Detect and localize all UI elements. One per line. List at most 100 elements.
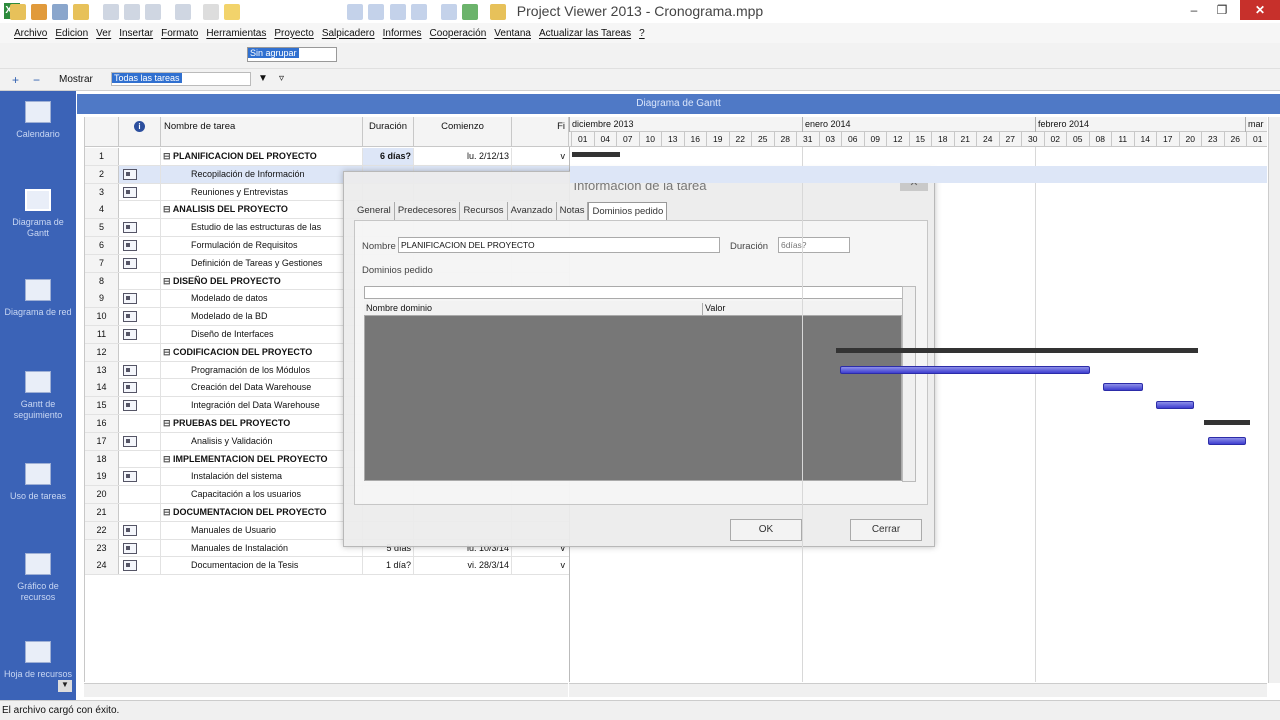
domain-edit-field[interactable]	[364, 286, 914, 299]
notes-indicator-icon[interactable]	[123, 240, 137, 251]
collapse-toggle-icon[interactable]: ⊟	[163, 151, 173, 161]
expand-plus-icon[interactable]: +	[12, 73, 19, 87]
task-name[interactable]: Capacitación a los usuarios	[161, 486, 363, 504]
notes-indicator-icon[interactable]	[123, 400, 137, 412]
task-name[interactable]: Programación de los Módulos	[161, 361, 363, 379]
calendar-small-icon[interactable]	[203, 4, 219, 20]
view-item-4[interactable]: Uso de tareas	[0, 463, 76, 502]
task-name[interactable]: ⊟ PLANIFICACION DEL PROYECTO	[161, 148, 363, 165]
menu-5[interactable]: Herramientas	[206, 28, 266, 39]
domain-table[interactable]	[364, 301, 902, 481]
task-name[interactable]: Recopilación de Información	[161, 165, 363, 183]
zoom-out-icon[interactable]	[368, 4, 384, 20]
notes-indicator-icon[interactable]	[123, 435, 137, 447]
task-name[interactable]: Creación del Data Warehouse	[161, 379, 363, 397]
menu-9[interactable]: Cooperación	[430, 28, 487, 39]
notes-indicator-icon[interactable]	[123, 311, 137, 323]
notes-indicator-icon[interactable]	[123, 186, 137, 198]
page-setup-icon[interactable]	[145, 4, 161, 20]
task-name[interactable]: Modelado de la BD	[161, 308, 363, 326]
collapse-toggle-icon[interactable]: ⊟	[163, 204, 173, 214]
copy-icon[interactable]	[175, 4, 191, 20]
header-start[interactable]: Comienzo	[414, 117, 512, 147]
find-icon[interactable]	[390, 4, 406, 20]
task-name[interactable]: Definición de Tareas y Gestiones	[161, 254, 363, 272]
menu-2[interactable]: Ver	[96, 28, 111, 39]
collapse-toggle-icon[interactable]: ⊟	[163, 347, 173, 357]
open-web-icon[interactable]	[31, 4, 47, 20]
task-name-field[interactable]: PLANIFICACION DEL PROYECTO	[398, 237, 720, 253]
vertical-scrollbar[interactable]	[1268, 117, 1280, 683]
task-name[interactable]: Analisis y Validación	[161, 432, 363, 450]
autofilter-icon[interactable]: ▼	[258, 73, 268, 84]
folder-icon[interactable]	[73, 4, 89, 20]
task-name[interactable]: Diseño de Interfaces	[161, 326, 363, 343]
sort-icon[interactable]	[441, 4, 457, 20]
grid-horizontal-scrollbar[interactable]	[84, 683, 568, 697]
view-item-6[interactable]: Hoja de recursos	[0, 641, 76, 680]
task-name[interactable]: Integración del Data Warehouse	[161, 397, 363, 415]
notes-indicator-icon[interactable]	[123, 329, 137, 340]
duration-field[interactable]: 6días?	[778, 237, 850, 253]
close-window-button[interactable]: ✕	[1240, 0, 1280, 20]
ok-button[interactable]: OK	[730, 519, 802, 541]
outline-icon[interactable]	[462, 4, 478, 20]
menu-10[interactable]: Ventana	[494, 28, 531, 39]
header-finish[interactable]: Fi	[512, 117, 569, 147]
menu-1[interactable]: Edicion	[55, 28, 88, 39]
dialog-tab-4[interactable]: Notas	[557, 202, 589, 220]
task-name[interactable]: Formulación de Requisitos	[161, 237, 363, 254]
domain-scrollbar[interactable]	[902, 286, 916, 482]
dialog-tab-2[interactable]: Recursos	[460, 202, 508, 220]
menu-6[interactable]: Proyecto	[274, 28, 313, 39]
zoom-in-icon[interactable]	[347, 4, 363, 20]
view-item-5[interactable]: Gráfico de recursos	[0, 553, 76, 603]
group-by-select[interactable]: Sin agrupar	[247, 47, 337, 62]
summary-bar-pruebas[interactable]	[1204, 420, 1250, 425]
notes-indicator-icon[interactable]	[123, 293, 137, 305]
show-label[interactable]: Mostrar	[59, 74, 93, 85]
dialog-tab-3[interactable]: Avanzado	[508, 202, 557, 220]
notes-indicator-icon[interactable]	[123, 168, 137, 180]
task-name[interactable]: Estudio de las estructuras de las	[161, 219, 363, 237]
collapse-minus-icon[interactable]: −	[33, 73, 40, 87]
open-folder-icon[interactable]	[10, 4, 26, 20]
menu-7[interactable]: Salpicadero	[322, 28, 375, 39]
print-preview-icon[interactable]	[124, 4, 140, 20]
notes-indicator-icon[interactable]	[123, 364, 137, 376]
menu-0[interactable]: Archivo	[14, 28, 47, 39]
task-name[interactable]: ⊟ DISEÑO DEL PROYECTO	[161, 272, 363, 290]
dialog-tab-1[interactable]: Predecesores	[395, 202, 461, 220]
task-name[interactable]: ⊟ PRUEBAS DEL PROYECTO	[161, 415, 363, 432]
task-name[interactable]: Modelado de datos	[161, 290, 363, 308]
task-name[interactable]: ⊟ DOCUMENTACION DEL PROYECTO	[161, 504, 363, 521]
task-name[interactable]: Reuniones y Entrevistas	[161, 183, 363, 201]
notes-indicator-icon[interactable]	[123, 524, 137, 536]
cancel-button[interactable]: Cerrar	[850, 519, 922, 541]
header-duration[interactable]: Duración	[363, 117, 414, 147]
collapse-toggle-icon[interactable]: ⊟	[163, 507, 173, 517]
view-item-3[interactable]: Gantt de seguimiento	[0, 371, 76, 421]
task-name[interactable]: ⊟ CODIFICACION DEL PROYECTO	[161, 343, 363, 361]
summary-bar-planificacion[interactable]	[572, 152, 620, 157]
note-icon[interactable]	[224, 4, 240, 20]
go-to-task-icon[interactable]	[411, 4, 427, 20]
save-icon[interactable]	[52, 4, 68, 20]
viewbar-scroll-down[interactable]: ▼	[58, 680, 72, 692]
collapse-toggle-icon[interactable]: ⊟	[163, 276, 173, 286]
collapse-toggle-icon[interactable]: ⊟	[163, 454, 173, 464]
menu-3[interactable]: Insertar	[119, 28, 153, 39]
task-name[interactable]: Instalación del sistema	[161, 468, 363, 486]
task-info-icon[interactable]	[490, 4, 506, 20]
dialog-tab-5[interactable]: Dominios pedido	[588, 202, 668, 220]
print-icon[interactable]	[103, 4, 119, 20]
notes-indicator-icon[interactable]	[123, 542, 137, 554]
notes-indicator-icon[interactable]	[123, 560, 137, 572]
notes-indicator-icon[interactable]	[123, 257, 137, 269]
task-name[interactable]: Manuales de Instalación	[161, 539, 363, 557]
header-name[interactable]: Nombre de tarea	[161, 117, 363, 147]
view-item-0[interactable]: Calendario	[0, 101, 76, 140]
view-item-2[interactable]: Diagrama de red	[0, 279, 76, 318]
menu-11[interactable]: Actualizar las Tareas	[539, 28, 631, 39]
restore-icon[interactable]: ❐	[1208, 0, 1236, 20]
